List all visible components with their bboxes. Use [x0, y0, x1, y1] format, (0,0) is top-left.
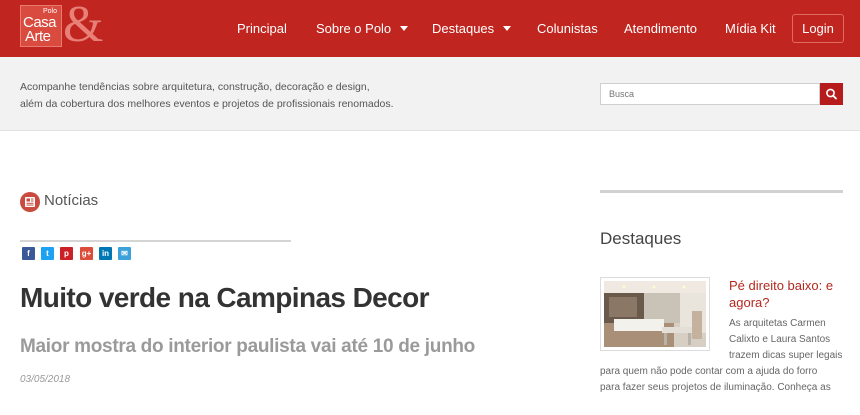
excerpt-line: Calixto e Laura Santos — [729, 334, 831, 345]
nav-item-colunistas[interactable]: Colunistas — [537, 21, 598, 36]
nav-item-atendimento[interactable]: Atendimento — [624, 21, 697, 36]
login-button[interactable]: Login — [792, 14, 844, 43]
email-icon[interactable]: ✉ — [118, 247, 131, 260]
search-icon — [826, 88, 837, 100]
logo-ampersand: & — [63, 0, 104, 53]
nav-item-midia-kit[interactable]: Mídia Kit — [725, 21, 776, 36]
featured-article-thumbnail[interactable] — [600, 277, 710, 351]
news-icon — [20, 192, 40, 212]
nav-item-label: Destaques — [432, 21, 495, 36]
excerpt-line: para fazer seus projetos de iluminação. … — [600, 382, 831, 393]
nav-item-label: Sobre o Polo — [316, 21, 392, 36]
subheader-bar: Acompanhe tendências sobre arquitetura, … — [0, 57, 860, 131]
site-tagline: Acompanhe tendências sobre arquitetura, … — [20, 79, 420, 113]
sidebar-title: Destaques — [600, 229, 682, 248]
tagline-line: além da cobertura dos melhores eventos e… — [20, 98, 394, 110]
nav-item-sobre-o-polo[interactable]: Sobre o Polo — [316, 21, 409, 36]
excerpt-line: para quem não pode contar com a ajuda do… — [600, 366, 818, 377]
google-plus-icon[interactable]: g+ — [80, 247, 93, 260]
section-title: Notícias — [44, 192, 99, 209]
article-subheadline: Maior mostra do interior paulista vai at… — [20, 336, 475, 357]
top-navigation-bar: Polo Casa Arte & Principal Sobre o Polo … — [0, 0, 860, 57]
featured-article-excerpt: As arquitetas Carmen Calixto e Laura San… — [729, 316, 854, 364]
linkedin-icon[interactable]: in — [99, 247, 112, 260]
excerpt-line: trazem dicas super legais — [729, 350, 843, 361]
article-date: 03/05/2018 — [20, 374, 71, 385]
pinterest-icon[interactable]: p — [60, 247, 73, 260]
nav-item-destaques[interactable]: Destaques — [432, 21, 512, 36]
search-button[interactable] — [820, 83, 843, 105]
featured-article-excerpt-continued: para quem não pode contar com a ajuda do… — [600, 364, 858, 396]
divider — [600, 190, 843, 193]
divider — [20, 240, 291, 242]
tagline-line: Acompanhe tendências sobre arquitetura, … — [20, 81, 370, 93]
logo-text-arte: Arte — [25, 28, 51, 45]
excerpt-line: As arquitetas Carmen — [729, 318, 826, 329]
twitter-icon[interactable]: t — [41, 247, 54, 260]
featured-article-title[interactable]: Pé direito baixo: e agora? — [729, 277, 849, 311]
article-headline: Muito verde na Campinas Decor — [20, 282, 430, 313]
nav-item-principal[interactable]: Principal — [237, 21, 287, 36]
search-input[interactable] — [600, 83, 820, 105]
chevron-down-icon — [503, 26, 512, 31]
facebook-icon[interactable]: f — [22, 247, 35, 260]
chevron-down-icon — [400, 26, 409, 31]
site-logo[interactable]: Polo Casa Arte & — [20, 0, 115, 53]
